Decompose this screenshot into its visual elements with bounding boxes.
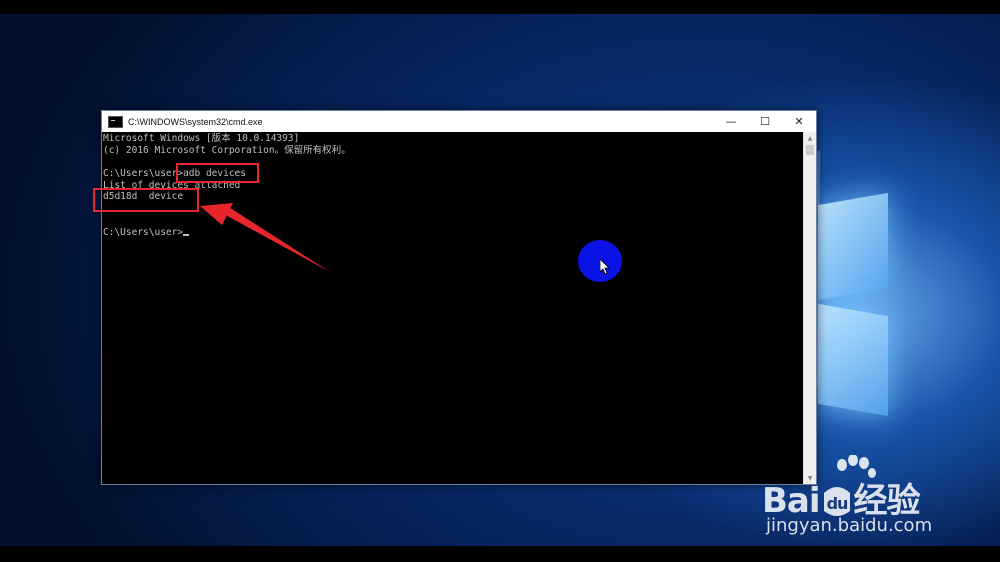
cmd-icon [108,115,123,128]
text-cursor [183,233,190,236]
baidu-watermark: Bai du 经验 jingyan.baidu.com [762,455,992,545]
mouse-pointer-icon [600,259,610,275]
du-paw-icon: du [823,487,850,516]
screen: C:\WINDOWS\system32\cmd.exe — ☐ ✕ Micros… [0,0,1000,562]
prompt-text: C:\Users\user> [103,226,184,238]
scroll-thumb[interactable] [806,145,814,155]
window-title: C:\WINDOWS\system32\cmd.exe [128,116,263,127]
console-line: (c) 2016 Microsoft Corporation。保留所有权利。 [103,144,351,156]
svg-text:du: du [826,494,847,513]
minimize-button[interactable]: — [714,111,748,132]
prompt-line: C:\Users\user> [103,227,803,239]
windows-logo-pane [818,192,888,301]
console-output[interactable]: Microsoft Windows [版本 10.0.14393] (c) 20… [102,132,803,484]
window-controls: — ☐ ✕ [714,111,816,132]
windows-logo-pane [818,303,888,417]
watermark-site: jingyan.baidu.com [766,515,933,536]
console-line: Microsoft Windows [版本 10.0.14393] [103,133,300,144]
close-button[interactable]: ✕ [782,111,816,132]
console-line: d5d18d device [103,191,184,203]
highlight-box-command [176,163,259,183]
title-bar[interactable]: C:\WINDOWS\system32\cmd.exe — ☐ ✕ [102,111,816,132]
vertical-scrollbar[interactable]: ▲ ▼ [803,132,816,484]
highlight-box-device [93,188,199,212]
maximize-button[interactable]: ☐ [748,111,782,132]
scroll-up-icon[interactable]: ▲ [804,132,816,144]
